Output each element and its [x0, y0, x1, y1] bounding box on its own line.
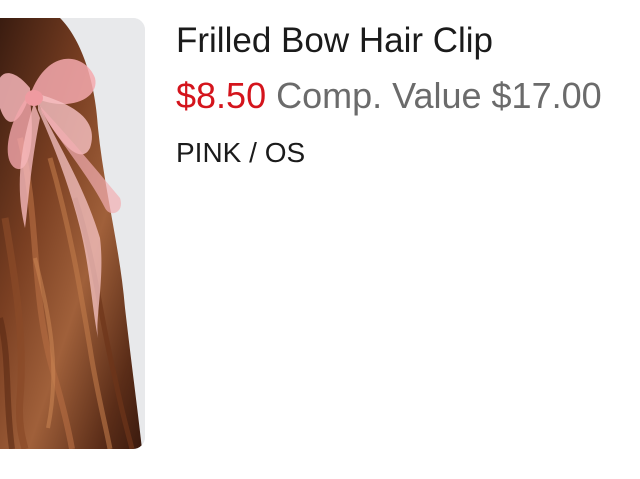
- price-row: $8.50 Comp. Value $17.00: [176, 74, 640, 118]
- comp-value: Comp. Value $17.00: [276, 75, 602, 116]
- product-card[interactable]: Frilled Bow Hair Clip $8.50 Comp. Value $…: [0, 0, 640, 479]
- sale-price: $8.50: [176, 75, 267, 116]
- hair-bow-photo: [0, 18, 145, 449]
- product-title[interactable]: Frilled Bow Hair Clip: [176, 20, 640, 62]
- product-image[interactable]: [0, 18, 145, 449]
- product-info: Frilled Bow Hair Clip $8.50 Comp. Value $…: [176, 20, 640, 170]
- variant-label: PINK / OS: [176, 137, 306, 168]
